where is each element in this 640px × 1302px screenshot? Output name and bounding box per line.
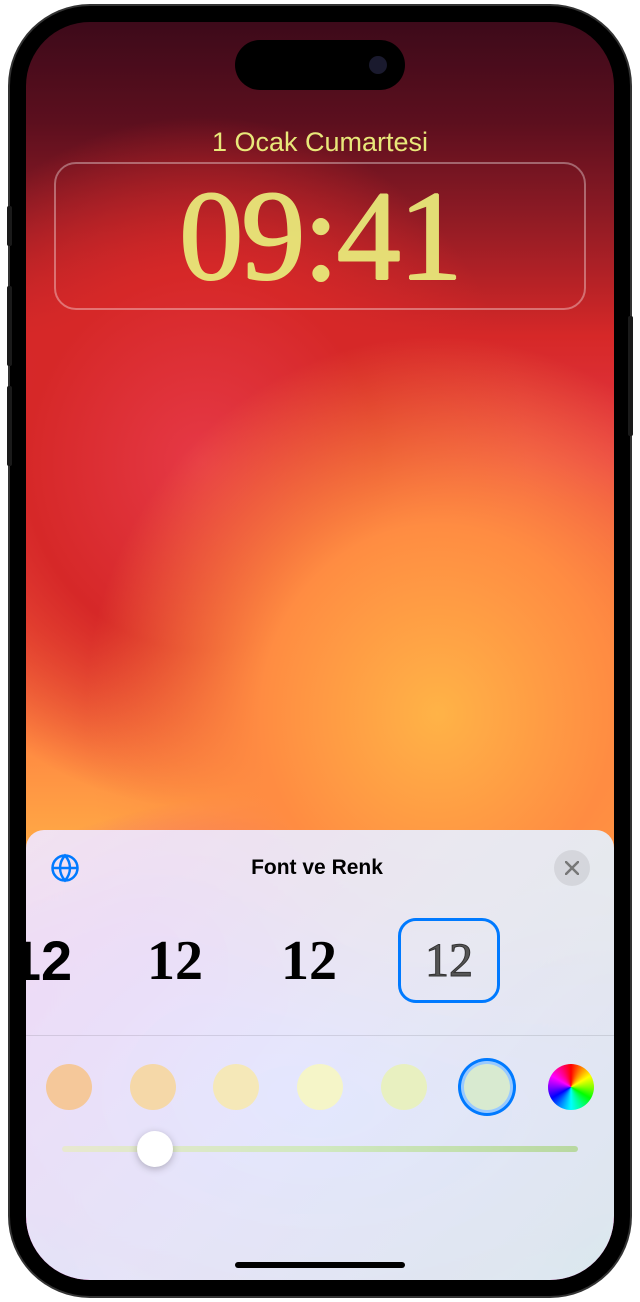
color-swatch-6-selected[interactable] [464, 1064, 510, 1110]
sheet-title: Font ve Renk [251, 856, 383, 880]
color-swatch-3[interactable] [213, 1064, 259, 1110]
color-wheel-picker[interactable] [548, 1064, 594, 1110]
font-option-stencil[interactable]: 12 [26, 928, 86, 993]
phone-frame: 1 Ocak Cumartesi 09:41 Font ve Renk [10, 6, 630, 1296]
clock-widget[interactable]: 09:41 [54, 162, 586, 310]
power-button [628, 316, 633, 436]
close-button[interactable] [554, 850, 590, 886]
phone-screen: 1 Ocak Cumartesi 09:41 Font ve Renk [26, 22, 614, 1280]
font-option-serif[interactable]: 12 [130, 929, 220, 993]
slider-track [62, 1146, 578, 1152]
color-swatch-1[interactable] [46, 1064, 92, 1110]
globe-icon[interactable] [50, 853, 80, 883]
volume-down [7, 386, 12, 466]
divider [26, 1035, 614, 1036]
sheet-header: Font ve Renk [26, 850, 614, 910]
color-swatch-4[interactable] [297, 1064, 343, 1110]
slider-thumb[interactable] [137, 1131, 173, 1167]
color-swatch-2[interactable] [130, 1064, 176, 1110]
lock-date[interactable]: 1 Ocak Cumartesi [26, 127, 614, 158]
color-picker-row [26, 1064, 614, 1146]
color-swatch-5[interactable] [381, 1064, 427, 1110]
silent-switch [7, 206, 12, 246]
font-color-sheet: Font ve Renk 12 12 12 12 [26, 830, 614, 1280]
vibrance-slider[interactable] [26, 1146, 614, 1152]
volume-up [7, 286, 12, 366]
dynamic-island [235, 40, 405, 90]
font-option-outline-selected[interactable]: 12 [398, 918, 500, 1003]
home-indicator[interactable] [235, 1262, 405, 1268]
font-picker-row: 12 12 12 12 [26, 910, 614, 1035]
clock-time: 09:41 [76, 172, 564, 300]
font-option-bold[interactable]: 12 [264, 929, 354, 993]
